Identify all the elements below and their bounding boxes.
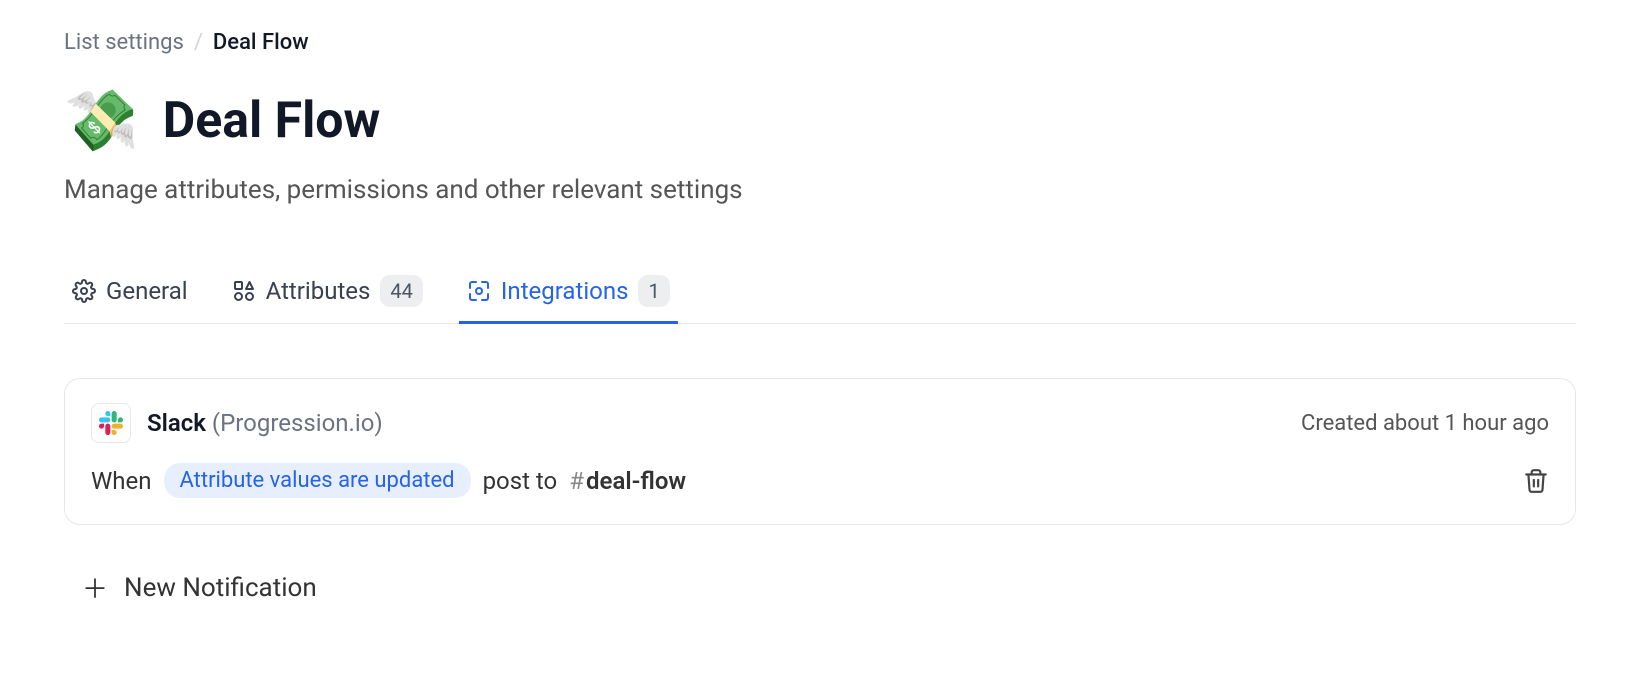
tab-attributes-count: 44 [380, 275, 422, 307]
money-wings-icon: 💸 [64, 91, 139, 151]
new-notification-button[interactable]: ＋ New Notification [64, 569, 1576, 606]
tab-integrations[interactable]: Integrations 1 [459, 265, 678, 324]
page-header: 💸 Deal Flow [64, 91, 1576, 151]
tab-attributes-label: Attributes [266, 277, 371, 305]
integration-created: Created about 1 hour ago [1301, 411, 1549, 436]
hash-icon: # [569, 467, 584, 495]
integration-rule: When Attribute values are updated post t… [91, 463, 686, 498]
integration-card: Slack (Progression.io) Created about 1 h… [64, 378, 1576, 525]
plus-icon: ＋ [82, 569, 108, 606]
tabs: General Attributes 44 Integrations 1 [64, 265, 1576, 324]
breadcrumb: List settings / Deal Flow [64, 30, 1576, 55]
gear-icon [72, 279, 96, 303]
rule-channel-name: deal-flow [586, 467, 686, 495]
slack-icon [91, 403, 131, 443]
rule-channel: #deal-flow [569, 467, 686, 495]
integrations-icon [467, 279, 491, 303]
tab-integrations-label: Integrations [501, 277, 629, 305]
page-title: Deal Flow [163, 92, 381, 150]
integration-name: Slack [147, 409, 206, 437]
rule-mid: post to [483, 467, 558, 495]
tab-general[interactable]: General [64, 267, 196, 322]
integration-title: Slack (Progression.io) [147, 409, 383, 437]
breadcrumb-separator: / [194, 30, 203, 55]
tab-integrations-count: 1 [638, 275, 669, 307]
breadcrumb-parent-link[interactable]: List settings [64, 30, 184, 55]
page-subtitle: Manage attributes, permissions and other… [64, 175, 1576, 205]
integration-workspace: (Progression.io) [212, 409, 383, 437]
rule-prefix: When [91, 467, 152, 495]
tab-attributes[interactable]: Attributes 44 [224, 265, 431, 324]
tab-general-label: General [106, 277, 188, 305]
breadcrumb-current: Deal Flow [213, 30, 309, 55]
integration-card-header: Slack (Progression.io) Created about 1 h… [91, 403, 1549, 443]
shapes-icon [232, 279, 256, 303]
delete-integration-button[interactable] [1523, 468, 1549, 494]
rule-trigger-pill[interactable]: Attribute values are updated [164, 463, 471, 498]
new-notification-label: New Notification [124, 573, 317, 603]
